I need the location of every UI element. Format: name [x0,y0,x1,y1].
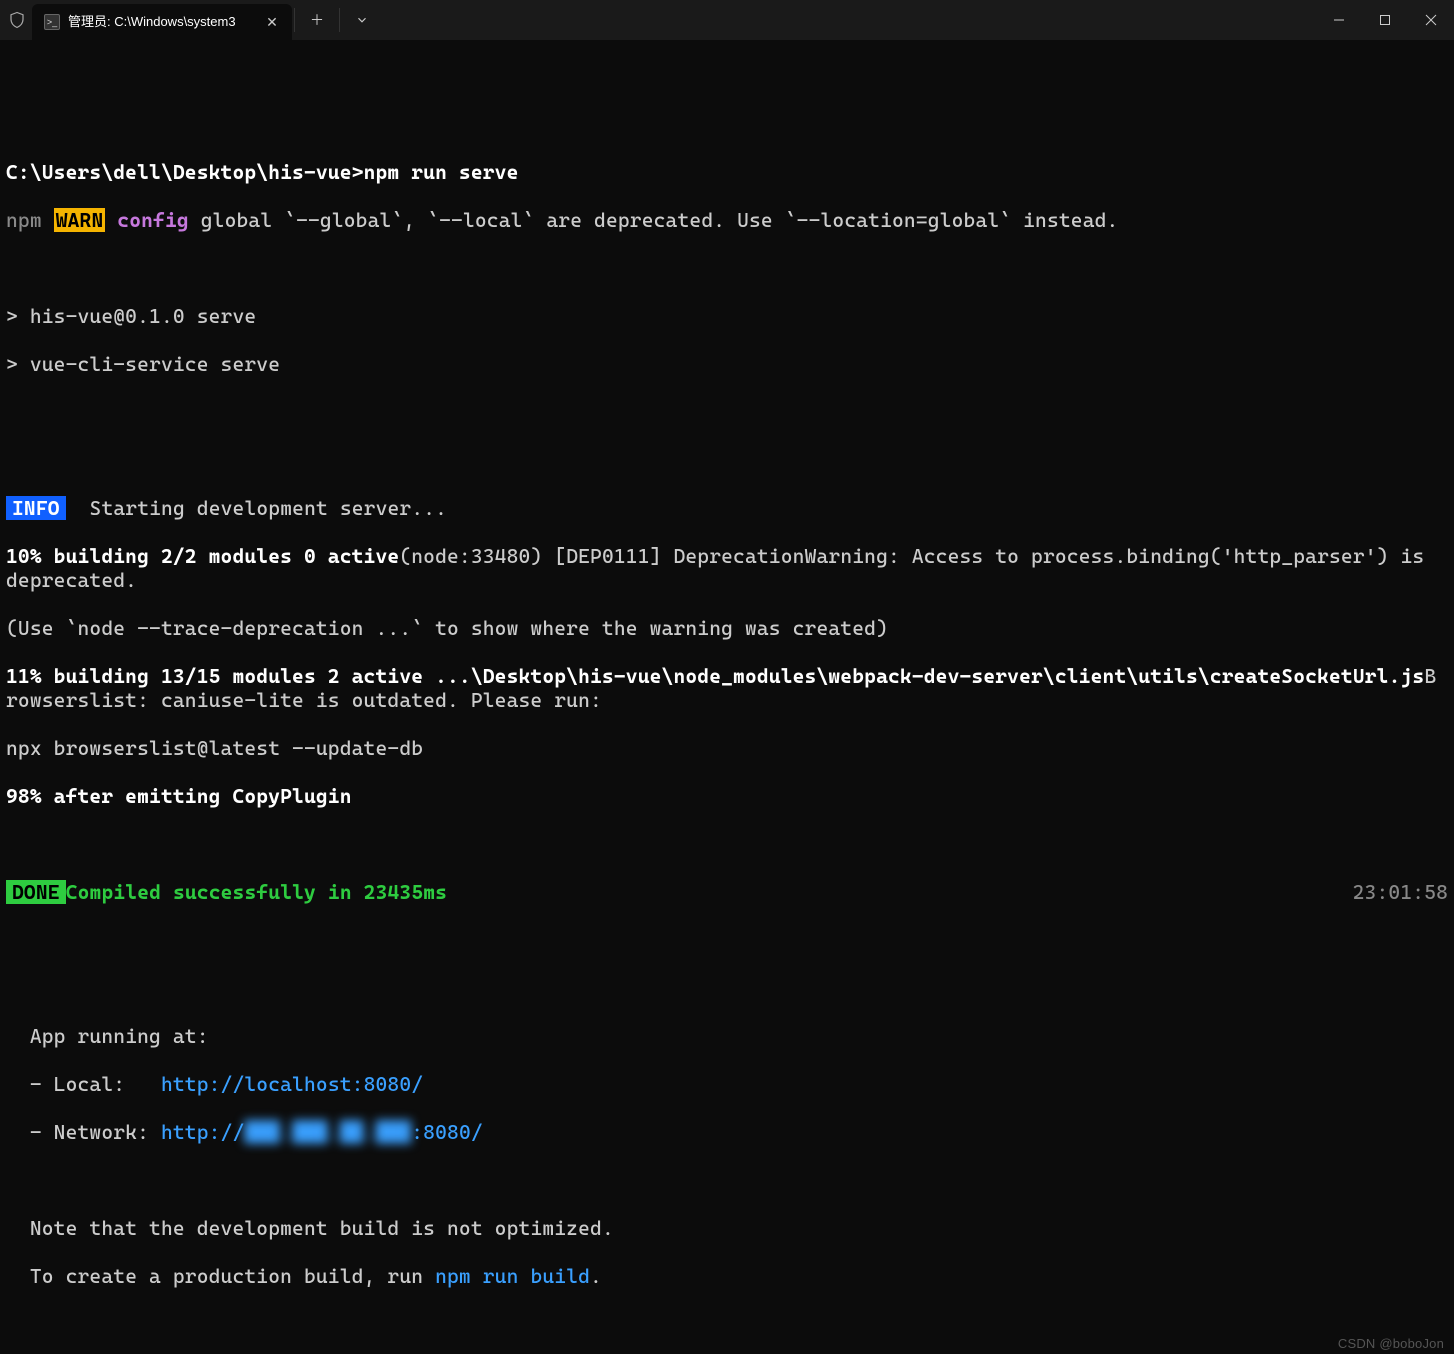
terminal-icon: >_ [44,14,60,30]
close-tab-icon[interactable]: ✕ [264,14,280,30]
build-note: Note that the development build is not o… [6,1216,1448,1240]
tab-title: 管理员: C:\Windows\system3 [68,10,254,34]
divider [294,8,295,32]
build-note: To create a production build, run [6,1264,435,1288]
build-progress: 10% building 2/2 modules 0 active [6,544,399,568]
warn-badge: WARN [54,208,106,232]
watermark: CSDN @boboJon [1338,1332,1444,1354]
browserslist-fix: npx browserslist@latest --update-db [6,736,1448,760]
app-running: App running at: [6,1024,1448,1048]
npm-config: config [117,208,189,232]
done-badge: DONE [6,880,66,904]
shield-icon [8,11,26,29]
build-progress: 11% building 13/15 modules 2 active ...\… [6,664,1424,688]
command: npm run serve [364,160,519,184]
info-badge: INFO [6,496,66,520]
window-controls [1316,0,1454,40]
npm-prefix: npm [6,208,42,232]
maximize-button[interactable] [1362,0,1408,40]
trace-hint: (Use `node --trace-deprecation ...` to s… [6,616,1448,640]
script-line: > vue-cli-service serve [6,352,1448,376]
info-text: Starting development server... [90,496,448,520]
terminal-output[interactable]: C:\Users\dell\Desktop\his-vue>npm run se… [0,40,1454,1354]
npm-msg: global `--global`, `--local` are depreca… [189,208,1119,232]
network-label: - Network: [6,1120,161,1144]
divider [339,8,340,32]
close-window-button[interactable] [1408,0,1454,40]
terminal-tab[interactable]: >_ 管理员: C:\Windows\system3 ✕ [32,4,292,40]
build-progress: 98% after emitting CopyPlugin [6,784,1448,808]
npm-run-build: npm run build [435,1264,590,1288]
minimize-button[interactable] [1316,0,1362,40]
new-tab-button[interactable]: ＋ [297,2,337,38]
local-label: - Local: [6,1072,161,1096]
local-url: http://localhost:8080/ [161,1072,423,1096]
network-url: http://███.███.██.███:8080/ [161,1120,483,1144]
compile-time: 23:01:58 [1353,880,1448,904]
titlebar: >_ 管理员: C:\Windows\system3 ✕ ＋ [0,0,1454,40]
script-line: > his-vue@0.1.0 serve [6,304,1448,328]
done-text: Compiled successfully in 23435ms [66,880,447,904]
tab-dropdown-button[interactable] [342,2,382,38]
prompt: C:\Users\dell\Desktop\his-vue> [6,160,364,184]
tab-bar-actions: ＋ [292,2,382,38]
